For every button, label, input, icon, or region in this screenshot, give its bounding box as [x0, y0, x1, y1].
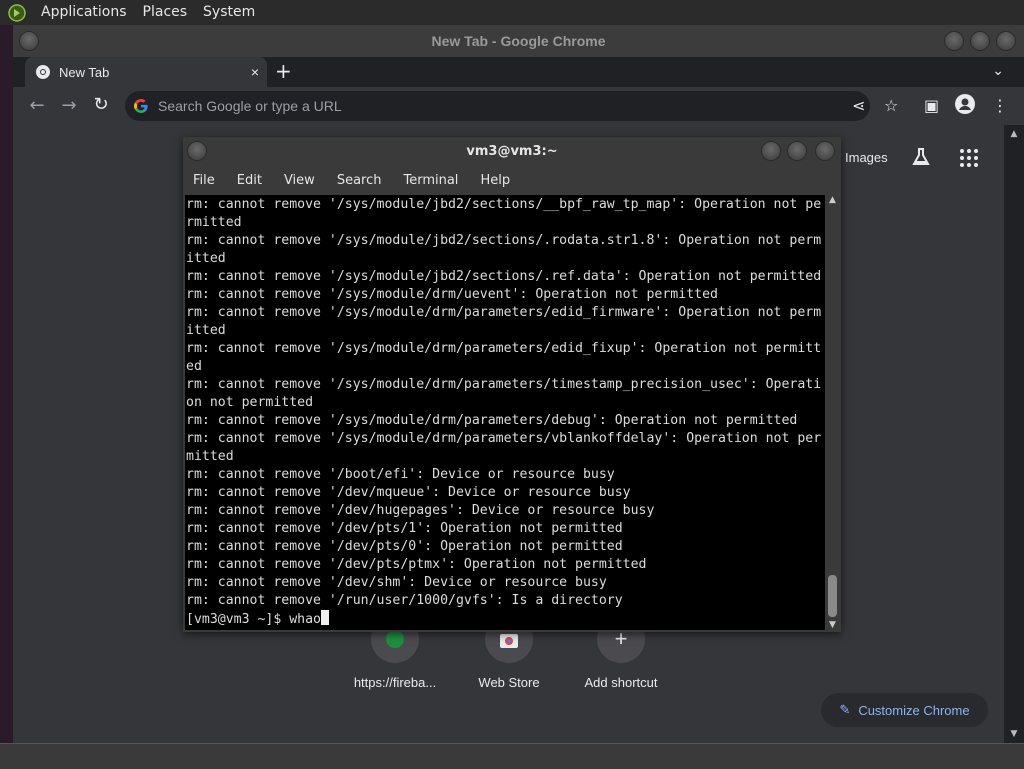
panel-menu-applications[interactable]: Applications — [33, 0, 135, 25]
terminal-line: rm: cannot remove '/dev/shm': Device or … — [186, 575, 607, 590]
terminal-title: vm3@vm3:~ — [466, 143, 558, 159]
customize-label: Customize Chrome — [858, 702, 970, 718]
share-icon[interactable]: ⋖ — [852, 96, 865, 115]
shell-prompt: [vm3@vm3 ~]$ — [186, 612, 290, 627]
tab-search-icon[interactable]: ⌄ — [992, 63, 1004, 79]
tab-title: New Tab — [59, 64, 110, 80]
terminal-line: itted — [186, 251, 226, 266]
close-button[interactable] — [815, 141, 835, 161]
chrome-titlebar[interactable]: New Tab - Google Chrome — [13, 25, 1024, 57]
terminal-line: rm: cannot remove '/run/user/1000/gvfs':… — [186, 593, 623, 608]
terminal-scrollbar[interactable]: ▲ ▼ — [826, 195, 839, 630]
text-cursor — [320, 610, 329, 625]
more-menu-icon[interactable]: ⋮ — [992, 96, 1008, 115]
google-g-icon — [134, 99, 148, 113]
profile-avatar-icon[interactable] — [955, 94, 975, 118]
chrome-favicon-icon — [36, 65, 50, 79]
scrollbar-thumb[interactable] — [828, 575, 837, 617]
google-apps-icon[interactable] — [960, 149, 978, 167]
maximize-button[interactable] — [787, 141, 807, 161]
terminal-output: rm: cannot remove '/sys/module/jbd2/sect… — [185, 195, 825, 629]
shortcut-label: https://fireba... — [353, 675, 437, 690]
terminal-line: rm: cannot remove '/sys/module/jbd2/sect… — [186, 197, 822, 212]
page-scrollbar[interactable]: ▲ ▼ — [1004, 125, 1024, 743]
terminal-screen[interactable]: rm: cannot remove '/sys/module/jbd2/sect… — [185, 195, 825, 630]
terminal-line: rmitted — [186, 215, 242, 230]
new-tab-button[interactable]: + — [275, 61, 292, 81]
customize-chrome-button[interactable]: ✎ Customize Chrome — [821, 693, 988, 727]
terminal-titlebar[interactable]: vm3@vm3:~ — [183, 137, 841, 165]
tab-strip: New Tab × + ⌄ — [13, 57, 1024, 87]
menu-terminal[interactable]: Terminal — [392, 173, 469, 188]
close-button[interactable] — [996, 31, 1016, 51]
terminal-line: on not permitted — [186, 395, 314, 410]
terminal-line: rm: cannot remove '/sys/module/drm/ueven… — [186, 287, 718, 302]
bottom-panel — [0, 743, 1024, 769]
tab-close-icon[interactable]: × — [251, 64, 259, 80]
terminal-line: rm: cannot remove '/sys/module/jbd2/sect… — [186, 233, 822, 248]
terminal-line: itted — [186, 323, 226, 338]
reload-icon[interactable]: ↻ — [89, 94, 113, 115]
terminal-line: rm: cannot remove '/dev/hugepages': Devi… — [186, 503, 655, 518]
forward-icon[interactable]: → — [57, 95, 81, 116]
terminal-line: rm: cannot remove '/dev/pts/0': Operatio… — [186, 539, 623, 554]
bookmark-star-icon[interactable]: ☆ — [884, 96, 898, 115]
chrome-toolbar: ← → ↻ Search Google or type a URL ⋖ ☆ ▣ … — [13, 87, 1024, 125]
window-menu-icon[interactable] — [19, 31, 39, 51]
back-icon[interactable]: ← — [25, 95, 49, 116]
terminal-line: rm: cannot remove '/sys/module/drm/param… — [186, 341, 822, 356]
terminal-line: rm: cannot remove '/dev/pts/1': Operatio… — [186, 521, 623, 536]
minimize-button[interactable] — [944, 31, 964, 51]
maximize-button[interactable] — [970, 31, 990, 51]
omnibox[interactable]: Search Google or type a URL — [125, 91, 870, 121]
terminal-line: rm: cannot remove '/dev/mqueue': Device … — [186, 485, 631, 500]
menu-edit[interactable]: Edit — [226, 173, 273, 188]
omnibox-placeholder: Search Google or type a URL — [158, 98, 342, 114]
menu-file[interactable]: File — [183, 173, 226, 188]
terminal-line: rm: cannot remove '/sys/module/drm/param… — [186, 377, 822, 392]
scroll-down-icon[interactable]: ▼ — [1004, 729, 1024, 739]
chrome-window-title: New Tab - Google Chrome — [431, 33, 606, 49]
terminal-line: mitted — [186, 449, 234, 464]
side-panel-icon[interactable]: ▣ — [924, 96, 939, 115]
shortcut-label: Web Store — [478, 675, 540, 690]
terminal-window: vm3@vm3:~ File Edit View Search Terminal… — [183, 137, 841, 632]
minimize-button[interactable] — [761, 141, 781, 161]
panel-menu-places[interactable]: Places — [135, 0, 196, 25]
terminal-line: ed — [186, 359, 202, 374]
gnome-foot-icon[interactable] — [7, 3, 27, 23]
top-panel: Applications Places System — [0, 0, 1024, 25]
terminal-line: rm: cannot remove '/dev/pts/ptmx': Opera… — [186, 557, 647, 572]
window-menu-icon[interactable] — [187, 141, 207, 161]
terminal-menubar: File Edit View Search Terminal Help — [183, 165, 841, 195]
pencil-icon: ✎ — [839, 702, 851, 717]
menu-help[interactable]: Help — [469, 173, 521, 188]
menu-search[interactable]: Search — [326, 173, 393, 188]
terminal-line: rm: cannot remove '/sys/module/drm/param… — [186, 431, 822, 446]
labs-flask-icon[interactable] — [910, 146, 932, 168]
desktop-background — [0, 25, 13, 743]
prompt-line[interactable]: [vm3@vm3 ~]$ whao — [186, 610, 825, 629]
terminal-line: rm: cannot remove '/sys/module/drm/param… — [186, 305, 822, 320]
scroll-up-icon[interactable]: ▲ — [1004, 129, 1024, 139]
scroll-up-icon[interactable]: ▲ — [826, 195, 839, 205]
menu-view[interactable]: View — [273, 173, 326, 188]
scroll-down-icon[interactable]: ▼ — [826, 620, 839, 630]
terminal-line: rm: cannot remove '/boot/efi': Device or… — [186, 467, 615, 482]
terminal-line: rm: cannot remove '/sys/module/jbd2/sect… — [186, 269, 822, 284]
images-link[interactable]: Images — [845, 150, 888, 165]
panel-menu-system[interactable]: System — [195, 0, 263, 25]
tab-new-tab[interactable]: New Tab × — [25, 57, 267, 87]
command-input[interactable]: whao — [289, 612, 321, 627]
terminal-line: rm: cannot remove '/sys/module/drm/param… — [186, 413, 798, 428]
shortcut-label: Add shortcut — [584, 675, 658, 690]
